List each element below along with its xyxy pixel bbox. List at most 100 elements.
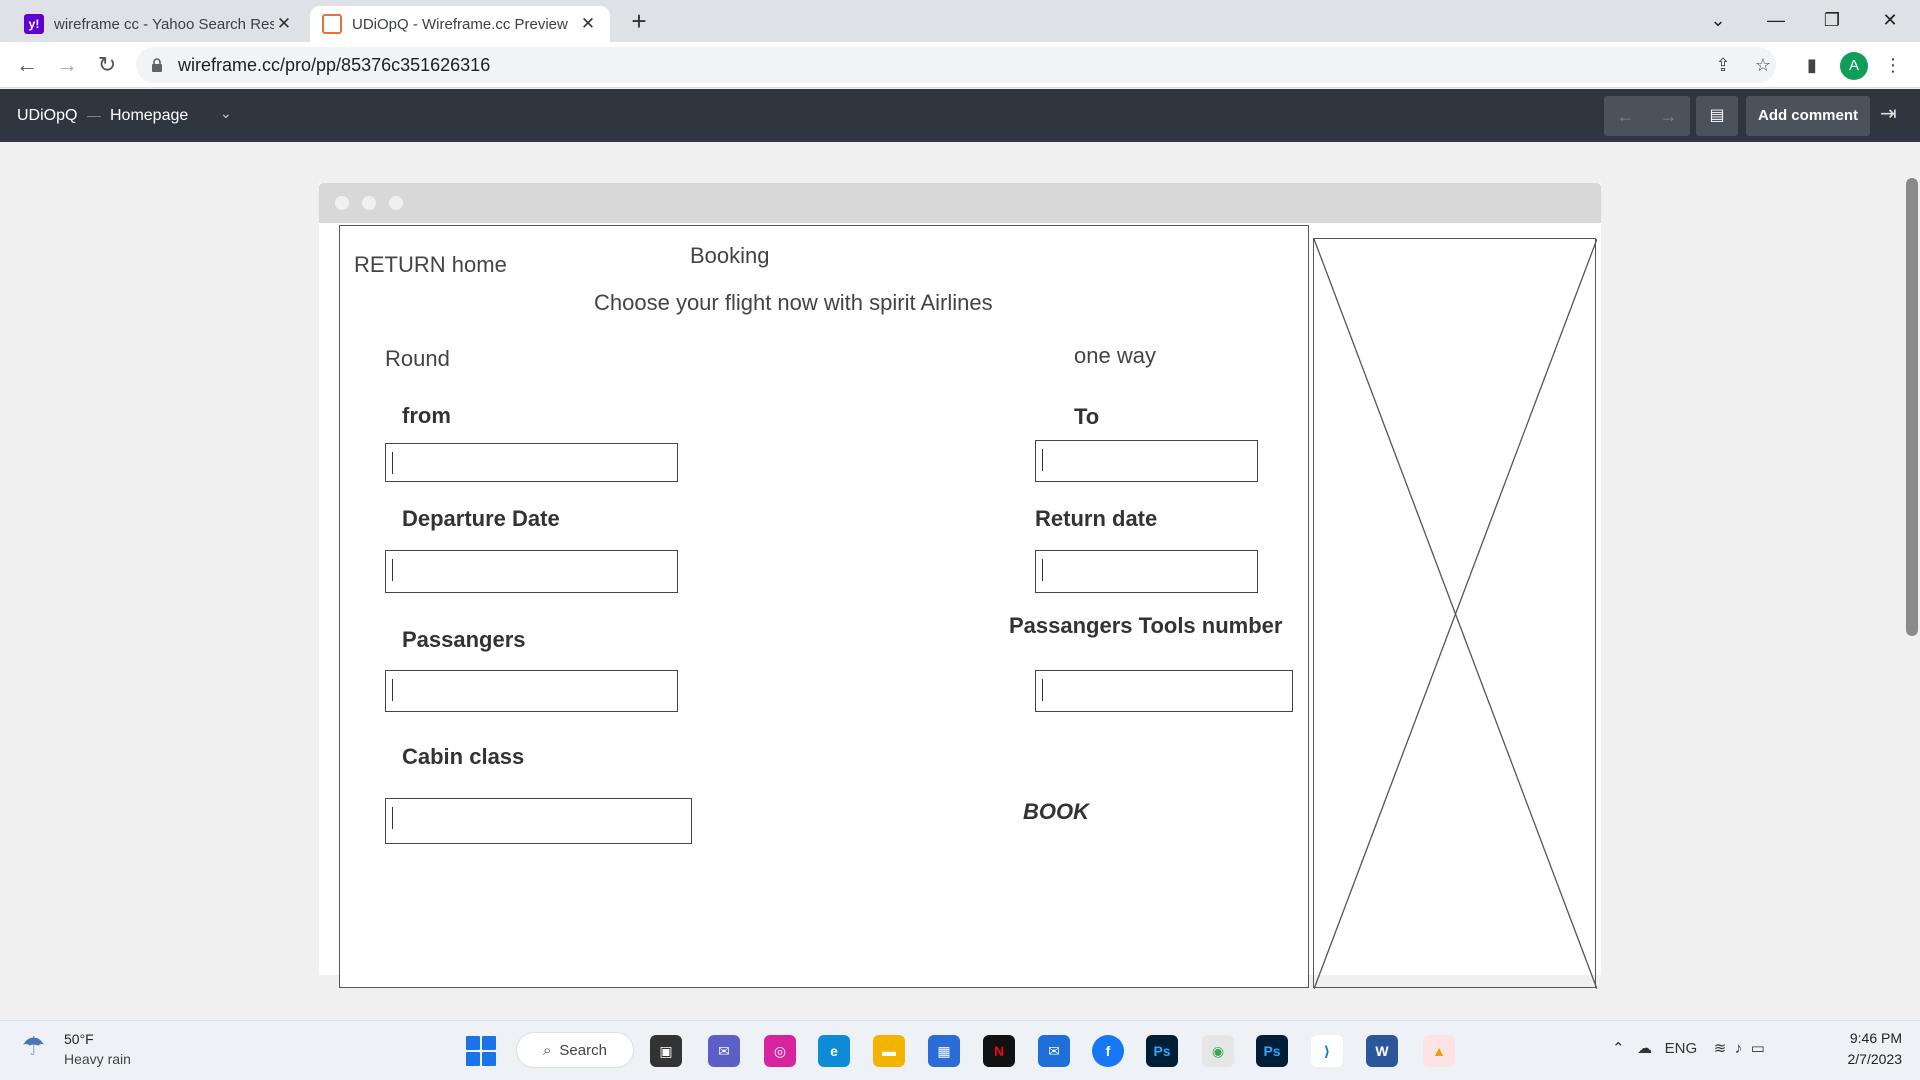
- project-name[interactable]: UDiOpQ: [17, 107, 77, 125]
- cabin-class-input[interactable]: [385, 798, 692, 844]
- text-caret: [392, 452, 393, 474]
- return-date-input[interactable]: [1035, 550, 1258, 593]
- close-tab-icon[interactable]: ✕: [578, 14, 598, 34]
- frame-dot: [362, 196, 376, 210]
- task-view-icon[interactable]: ▣: [650, 1035, 682, 1067]
- text-caret: [392, 679, 393, 701]
- passengers-tools-label: Passangers Tools number: [1009, 613, 1283, 638]
- edge-icon[interactable]: e: [818, 1035, 850, 1067]
- book-button[interactable]: BOOK: [1023, 799, 1089, 825]
- text-caret: [1042, 559, 1043, 581]
- departure-date-input[interactable]: [385, 550, 678, 593]
- comments-icon[interactable]: ▤: [1696, 96, 1738, 136]
- address-bar[interactable]: wireframe.cc/pro/pp/85376c351626316: [136, 47, 1776, 83]
- file-explorer-icon[interactable]: ▬: [873, 1035, 905, 1067]
- vscode-icon[interactable]: ⟩: [1311, 1035, 1343, 1067]
- passengers-input[interactable]: [385, 670, 678, 712]
- netflix-icon[interactable]: N: [983, 1035, 1015, 1067]
- clock-time[interactable]: 9:46 PM: [1836, 1030, 1902, 1046]
- from-input[interactable]: [385, 443, 678, 482]
- weather-temperature[interactable]: 50°F: [64, 1031, 94, 1047]
- facebook-icon[interactable]: f: [1092, 1035, 1124, 1067]
- previous-page-icon[interactable]: ←: [1604, 96, 1647, 136]
- round-trip-option[interactable]: Round: [385, 346, 450, 372]
- minimize-icon[interactable]: —: [1752, 4, 1800, 36]
- instagram-icon[interactable]: ◎: [764, 1035, 796, 1067]
- weather-description[interactable]: Heavy rain: [64, 1051, 131, 1067]
- browser-toolbar: ← → ↻ wireframe.cc/pro/pp/85376c35162631…: [0, 42, 1920, 88]
- battery-icon[interactable]: ▭: [1751, 1040, 1765, 1057]
- text-caret: [1042, 449, 1043, 471]
- tab-wireframe-preview[interactable]: UDiOpQ - Wireframe.cc Preview ✕: [310, 6, 610, 42]
- wifi-icon[interactable]: ≋: [1714, 1040, 1727, 1057]
- scrollbar-thumb[interactable]: [1906, 178, 1918, 636]
- next-page-icon[interactable]: →: [1647, 96, 1690, 136]
- browser-frame-bar: [319, 183, 1601, 223]
- image-placeholder: [1313, 238, 1597, 989]
- photoshop-icon[interactable]: Ps: [1256, 1035, 1288, 1067]
- text-caret: [392, 807, 393, 829]
- mail-icon[interactable]: ✉: [1038, 1035, 1070, 1067]
- one-way-option[interactable]: one way: [1074, 343, 1156, 369]
- taskbar-search[interactable]: ⌕ Search: [516, 1032, 634, 1068]
- restore-icon[interactable]: ❐: [1808, 4, 1856, 36]
- word-icon[interactable]: W: [1366, 1035, 1398, 1067]
- search-icon: ⌕: [543, 1041, 552, 1059]
- tab-yahoo-search[interactable]: y! wireframe cc - Yahoo Search Resu ✕: [12, 6, 306, 42]
- chevron-down-icon[interactable]: ⌄: [220, 105, 232, 122]
- frame-dot: [335, 196, 349, 210]
- microsoft-store-icon[interactable]: ▦: [928, 1035, 960, 1067]
- text-caret: [392, 559, 393, 581]
- passengers-label: Passangers: [402, 627, 526, 652]
- tab-search-icon[interactable]: ⌄: [1694, 4, 1742, 36]
- page-name[interactable]: Homepage: [110, 107, 188, 125]
- profile-avatar[interactable]: A: [1840, 52, 1868, 80]
- weather-rain-icon[interactable]: ☂: [22, 1031, 45, 1062]
- photoshop-express-icon[interactable]: Ps: [1146, 1035, 1178, 1067]
- wireframe-icon: [322, 14, 342, 34]
- app-header: UDiOpQ — Homepage ⌄ ← → ▤ Add comment ⇥: [0, 89, 1920, 142]
- image-placeholder-icon: [1314, 239, 1597, 989]
- taskbar-search-label: Search: [559, 1041, 607, 1059]
- new-tab-button[interactable]: +: [624, 6, 654, 36]
- to-label: To: [1074, 404, 1100, 429]
- system-tray: ⌃ ☁ ENG ≋ ♪ ▭: [1612, 1039, 1765, 1057]
- drive-icon[interactable]: ▲: [1423, 1035, 1455, 1067]
- tab-title: wireframe cc - Yahoo Search Resu: [54, 15, 274, 33]
- chrome-icon[interactable]: ◉: [1202, 1035, 1234, 1067]
- frame-dot: [389, 196, 403, 210]
- clock-date[interactable]: 2/7/2023: [1836, 1051, 1903, 1067]
- language-indicator[interactable]: ENG: [1665, 1040, 1698, 1057]
- lock-icon: [152, 58, 162, 72]
- to-input[interactable]: [1035, 440, 1258, 482]
- exit-preview-icon[interactable]: ⇥: [1880, 101, 1897, 126]
- back-icon[interactable]: ←: [12, 50, 42, 80]
- text-caret: [1042, 679, 1043, 701]
- passengers-tools-input[interactable]: [1035, 670, 1293, 712]
- yahoo-icon: y!: [24, 14, 44, 34]
- forward-icon[interactable]: →: [52, 50, 82, 80]
- close-window-icon[interactable]: ✕: [1866, 4, 1914, 36]
- browser-menu-icon[interactable]: ⋮: [1880, 52, 1906, 78]
- onedrive-icon[interactable]: ☁: [1637, 1040, 1652, 1057]
- volume-icon[interactable]: ♪: [1735, 1040, 1743, 1057]
- page-navigation: ← →: [1604, 96, 1690, 136]
- add-comment-button[interactable]: Add comment: [1746, 96, 1870, 136]
- reload-icon[interactable]: ↻: [92, 50, 122, 80]
- page-subtitle: Choose your flight now with spirit Airli…: [594, 290, 993, 315]
- bookmark-star-icon[interactable]: ☆: [1750, 52, 1776, 78]
- from-label: from: [402, 403, 451, 428]
- booking-container: [339, 225, 1309, 988]
- close-tab-icon[interactable]: ✕: [274, 14, 294, 34]
- windows-start-icon[interactable]: [466, 1036, 496, 1066]
- page-title: Booking: [690, 243, 770, 268]
- url-text: wireframe.cc/pro/pp/85376c351626316: [178, 54, 491, 75]
- chevron-up-icon[interactable]: ⌃: [1612, 1040, 1625, 1057]
- departure-date-label: Departure Date: [402, 506, 560, 531]
- teams-chat-icon[interactable]: ✉: [708, 1035, 740, 1067]
- share-icon[interactable]: ⇪: [1710, 52, 1736, 78]
- cabin-class-label: Cabin class: [402, 744, 525, 769]
- separator-icon: —: [87, 107, 101, 123]
- side-panel-icon[interactable]: ▮: [1799, 52, 1825, 78]
- return-home-link[interactable]: RETURN home: [354, 252, 507, 278]
